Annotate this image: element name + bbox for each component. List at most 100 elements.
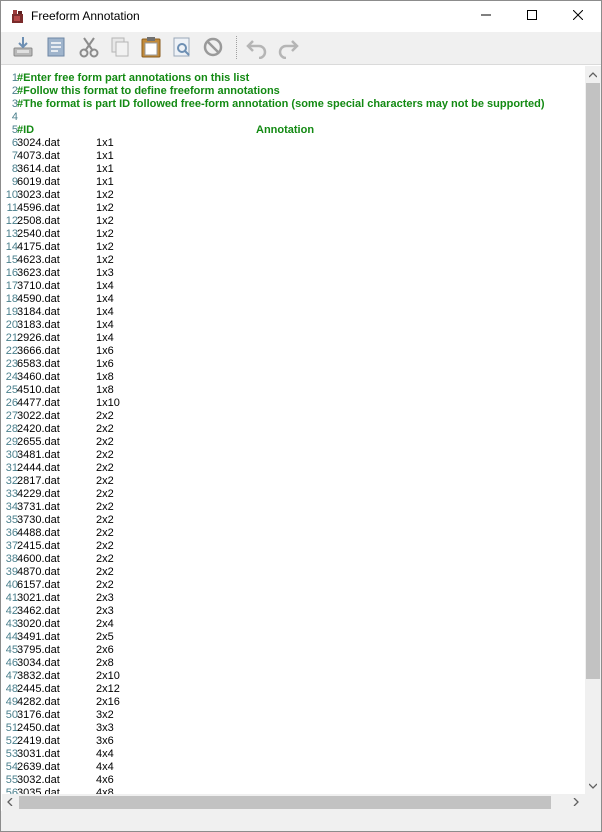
annotation-row[interactable]: 26 4477.dat 1x10: [2, 397, 586, 410]
annotation-row[interactable]: 17 3710.dat 1x4: [2, 280, 586, 293]
annotation-row[interactable]: 8 3614.dat 1x1: [2, 163, 586, 176]
export-button[interactable]: [43, 35, 69, 61]
annotation-row[interactable]: 40 6157.dat 2x2: [2, 579, 586, 592]
paste-button[interactable]: [138, 35, 164, 61]
title-bar[interactable]: Freeform Annotation: [1, 1, 601, 32]
annotation-row[interactable]: 15 4623.dat 1x2: [2, 254, 586, 267]
header-line[interactable]: 5 #ID Annotation: [2, 124, 586, 137]
part-id: 2926.dat: [17, 332, 60, 344]
annotation-row[interactable]: 42 3462.dat 2x3: [2, 605, 586, 618]
annotation-row[interactable]: 14 4175.dat 1x2: [2, 241, 586, 254]
annotation-row[interactable]: 13 2540.dat 1x2: [2, 228, 586, 241]
scroll-right-button[interactable]: [568, 794, 584, 811]
import-button[interactable]: [10, 35, 36, 61]
part-id: 6157.dat: [17, 579, 60, 591]
line-number: 37: [5, 540, 18, 552]
horizontal-scroll-thumb[interactable]: [19, 796, 551, 809]
annotation-row[interactable]: 24 3460.dat 1x8: [2, 371, 586, 384]
annotation-row[interactable]: 39 4870.dat 2x2: [2, 566, 586, 579]
annotation-row[interactable]: 34 3731.dat 2x2: [2, 501, 586, 514]
annotation-row[interactable]: 55 3032.dat 4x6: [2, 774, 586, 787]
scrollbar-corner: [585, 794, 601, 811]
annotation-row[interactable]: 22 3666.dat 1x6: [2, 345, 586, 358]
horizontal-scrollbar[interactable]: [2, 794, 585, 811]
vertical-scrollbar[interactable]: [585, 66, 601, 794]
chevron-down-icon: [588, 780, 598, 792]
annotation-row[interactable]: 10 3023.dat 1x2: [2, 189, 586, 202]
annotation-row[interactable]: 16 3623.dat 1x3: [2, 267, 586, 280]
line-number: 14: [5, 241, 18, 253]
close-button[interactable]: [555, 1, 601, 32]
annotation-row[interactable]: 6 3024.dat 1x1: [2, 137, 586, 150]
annotation-row[interactable]: 32 2817.dat 2x2: [2, 475, 586, 488]
scroll-up-button[interactable]: [585, 66, 601, 83]
annotation-editor[interactable]: 1 #Enter free form part annotations on th…: [2, 66, 586, 794]
redo-button[interactable]: [275, 35, 301, 61]
annotation-row[interactable]: 41 3021.dat 2x3: [2, 592, 586, 605]
maximize-button[interactable]: [509, 1, 555, 32]
comment-line[interactable]: 3 #The format is part ID followed free-fo…: [2, 98, 586, 111]
annotation-row[interactable]: 44 3491.dat 2x5: [2, 631, 586, 644]
line-number: 41: [5, 592, 18, 604]
annotation-row[interactable]: 48 2445.dat 2x12: [2, 683, 586, 696]
comment-line[interactable]: 2 #Follow this format to define freeform …: [2, 85, 586, 98]
annotation-row[interactable]: 33 4229.dat 2x2: [2, 488, 586, 501]
part-annotation: 1x4: [96, 293, 114, 305]
status-bar: [1, 811, 601, 831]
part-id: 4510.dat: [17, 384, 60, 396]
scroll-down-button[interactable]: [585, 777, 601, 794]
annotation-row[interactable]: 47 3832.dat 2x10: [2, 670, 586, 683]
part-id: 3034.dat: [17, 657, 60, 669]
annotation-row[interactable]: 30 3481.dat 2x2: [2, 449, 586, 462]
line-number: 16: [5, 267, 18, 279]
comment-line[interactable]: 4: [2, 111, 586, 124]
comment-line[interactable]: 1 #Enter free form part annotations on th…: [2, 72, 586, 85]
annotation-row[interactable]: 56 3035.dat 4x8: [2, 787, 586, 794]
line-number: 43: [5, 618, 18, 630]
vertical-scroll-thumb[interactable]: [586, 83, 600, 679]
annotation-row[interactable]: 25 4510.dat 1x8: [2, 384, 586, 397]
annotation-row[interactable]: 45 3795.dat 2x6: [2, 644, 586, 657]
annotation-row[interactable]: 36 4488.dat 2x2: [2, 527, 586, 540]
annotation-row[interactable]: 35 3730.dat 2x2: [2, 514, 586, 527]
annotation-row[interactable]: 18 4590.dat 1x4: [2, 293, 586, 306]
annotation-row[interactable]: 53 3031.dat 4x4: [2, 748, 586, 761]
line-number: 30: [5, 449, 18, 461]
annotation-row[interactable]: 50 3176.dat 3x2: [2, 709, 586, 722]
annotation-row[interactable]: 11 4596.dat 1x2: [2, 202, 586, 215]
annotation-row[interactable]: 9 6019.dat 1x1: [2, 176, 586, 189]
annotation-row[interactable]: 49 4282.dat 2x16: [2, 696, 586, 709]
line-number: 23: [5, 358, 18, 370]
annotation-row[interactable]: 27 3022.dat 2x2: [2, 410, 586, 423]
undo-button[interactable]: [244, 35, 270, 61]
annotation-row[interactable]: 19 3184.dat 1x4: [2, 306, 586, 319]
part-id: 4596.dat: [17, 202, 60, 214]
scroll-left-button[interactable]: [2, 794, 18, 811]
annotation-row[interactable]: 29 2655.dat 2x2: [2, 436, 586, 449]
annotation-row[interactable]: 43 3020.dat 2x4: [2, 618, 586, 631]
redo-icon: [276, 35, 300, 62]
annotation-row[interactable]: 37 2415.dat 2x2: [2, 540, 586, 553]
annotation-row[interactable]: 31 2444.dat 2x2: [2, 462, 586, 475]
cut-button[interactable]: [76, 35, 102, 61]
annotation-row[interactable]: 7 4073.dat 1x1: [2, 150, 586, 163]
annotation-row[interactable]: 38 4600.dat 2x2: [2, 553, 586, 566]
line-number: 35: [5, 514, 18, 526]
part-id: 4229.dat: [17, 488, 60, 500]
copy-button[interactable]: [107, 35, 133, 61]
print-preview-button[interactable]: [169, 35, 195, 61]
clear-button[interactable]: [200, 35, 226, 61]
annotation-row[interactable]: 52 2419.dat 3x6: [2, 735, 586, 748]
copy-icon: [108, 35, 132, 62]
part-annotation: 1x1: [96, 150, 114, 162]
annotation-row[interactable]: 54 2639.dat 4x4: [2, 761, 586, 774]
annotation-row[interactable]: 21 2926.dat 1x4: [2, 332, 586, 345]
annotation-row[interactable]: 51 2450.dat 3x3: [2, 722, 586, 735]
line-number: 17: [5, 280, 18, 292]
minimize-button[interactable]: [463, 1, 509, 32]
annotation-row[interactable]: 46 3034.dat 2x8: [2, 657, 586, 670]
annotation-row[interactable]: 12 2508.dat 1x2: [2, 215, 586, 228]
annotation-row[interactable]: 20 3183.dat 1x4: [2, 319, 586, 332]
annotation-row[interactable]: 23 6583.dat 1x6: [2, 358, 586, 371]
annotation-row[interactable]: 28 2420.dat 2x2: [2, 423, 586, 436]
